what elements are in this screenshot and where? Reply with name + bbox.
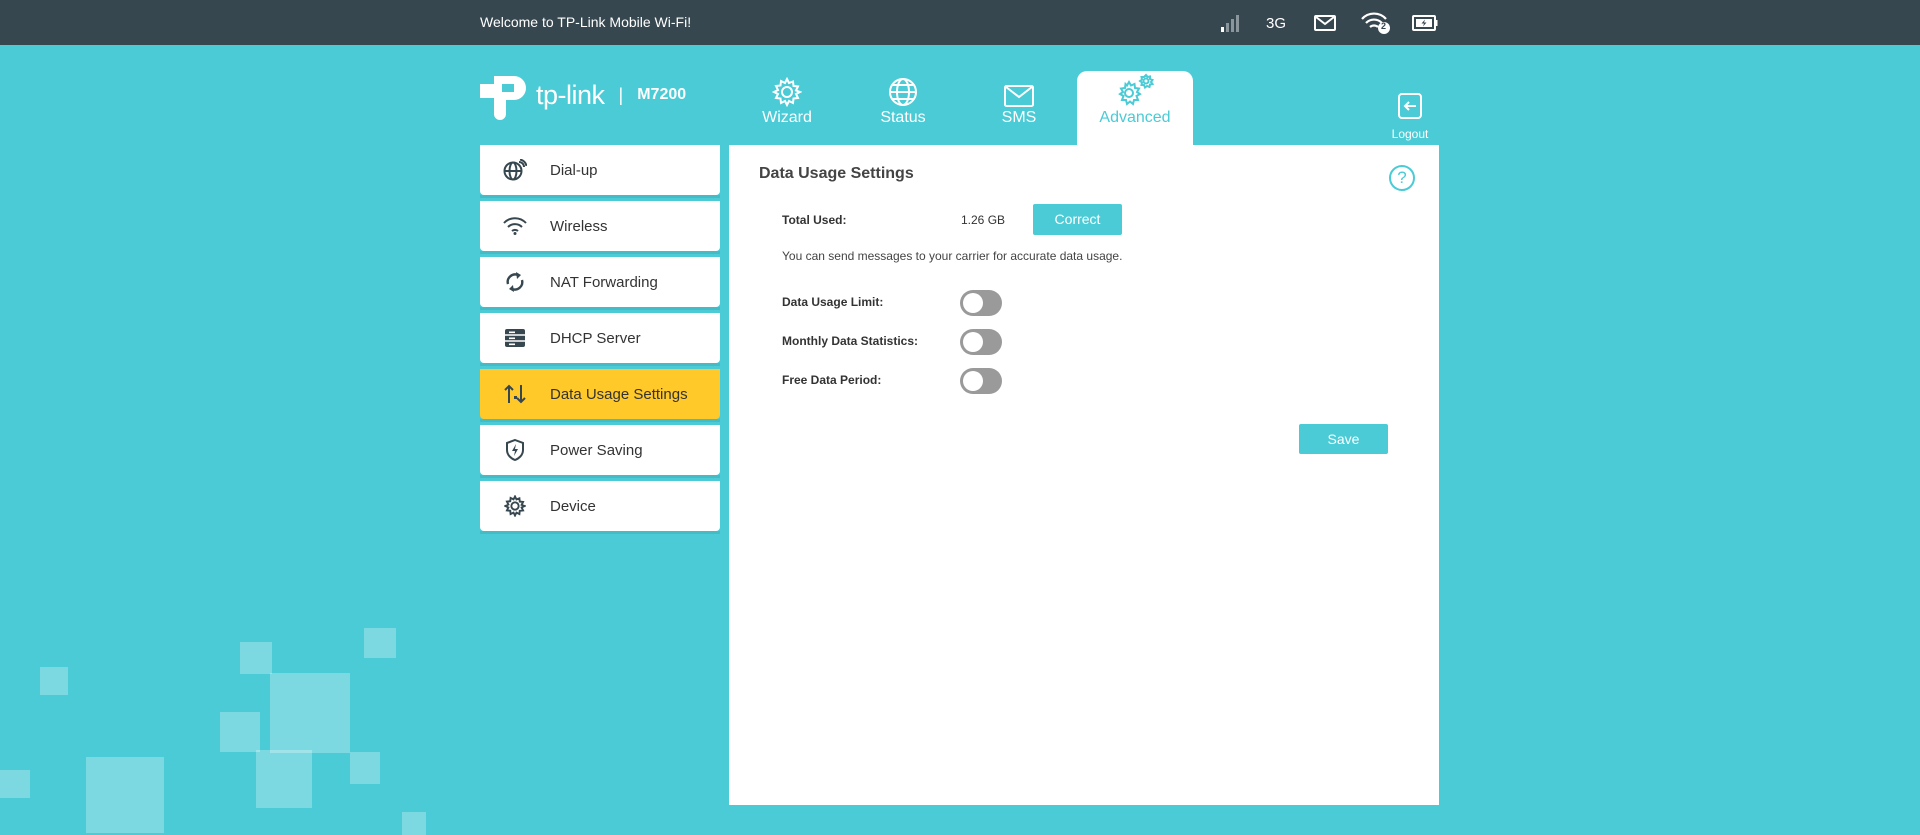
data-usage-limit-toggle[interactable] [960, 290, 1002, 316]
envelope-icon [961, 71, 1077, 107]
data-usage-limit-label: Data Usage Limit: [782, 295, 884, 309]
decorative-shape [220, 712, 260, 752]
tab-advanced[interactable]: Advanced [1077, 71, 1193, 145]
toggle-knob [963, 332, 983, 352]
total-used-label: Total Used: [782, 213, 847, 227]
gears-icon [1077, 71, 1193, 107]
monthly-data-statistics-toggle[interactable] [960, 329, 1002, 355]
save-button[interactable]: Save [1299, 424, 1388, 454]
sync-icon [480, 271, 550, 293]
server-icon [480, 328, 550, 348]
decorative-shape [40, 667, 68, 695]
globe-icon [845, 71, 961, 107]
wifi-clients-icon[interactable]: 2 [1360, 10, 1392, 36]
decorative-shape [402, 812, 426, 835]
correct-button[interactable]: Correct [1033, 204, 1122, 235]
tab-label: Wizard [762, 109, 812, 126]
updown-arrows-icon [480, 384, 550, 404]
decorative-shape [0, 770, 30, 798]
sidebar-item-label: Data Usage Settings [550, 385, 688, 403]
decorative-shape [364, 628, 396, 658]
sidebar-item-device[interactable]: Device [480, 481, 720, 534]
decorative-shape [350, 752, 380, 784]
decorative-shape [256, 750, 312, 808]
network-type: 3G [1266, 14, 1287, 32]
free-data-period-toggle[interactable] [960, 368, 1002, 394]
sidebar-item-dial-up[interactable]: Dial-up [480, 145, 720, 198]
logout-label: Logout [1391, 127, 1429, 141]
help-icon[interactable]: ? [1389, 165, 1415, 191]
tp-link-logo: tp-link | M7200 [480, 70, 686, 120]
gear-icon [729, 71, 845, 107]
sidebar-item-power-saving[interactable]: Power Saving [480, 425, 720, 478]
brand-name: tp-link [536, 79, 605, 110]
sidebar-item-data-usage-settings[interactable]: Data Usage Settings [480, 369, 720, 422]
tab-status[interactable]: Status [845, 71, 961, 145]
top-status-bar: Welcome to TP-Link Mobile Wi-Fi! 3G 2 [0, 0, 1920, 45]
decorative-shape [270, 673, 350, 753]
battery-icon [1412, 10, 1438, 36]
sidebar-item-label: Dial-up [550, 161, 598, 179]
total-used-value: 1.26 GB [961, 213, 1006, 227]
sidebar-item-label: Wireless [550, 217, 608, 235]
model-name: M7200 [637, 86, 687, 103]
decorative-shape [86, 757, 164, 833]
signal-strength-icon [1220, 10, 1240, 36]
gear-icon [480, 495, 550, 517]
tab-label: Advanced [1099, 109, 1171, 126]
toggle-knob [963, 293, 983, 313]
welcome-text: Welcome to TP-Link Mobile Wi-Fi! [480, 14, 692, 30]
decorative-shape [240, 642, 272, 674]
tab-label: Status [880, 109, 926, 126]
logo-separator: | [618, 84, 624, 105]
globe-signal-icon [480, 159, 550, 181]
content-panel: Data Usage Settings ? Total Used: 1.26 G… [729, 145, 1439, 805]
wifi-clients-count: 2 [1381, 21, 1387, 31]
hint-text: You can send messages to your carrier fo… [782, 249, 1123, 263]
shield-bolt-icon [480, 439, 550, 461]
monthly-data-statistics-label: Monthly Data Statistics: [782, 334, 919, 348]
tab-sms[interactable]: SMS [961, 71, 1077, 145]
sidebar-item-nat-forwarding[interactable]: NAT Forwarding [480, 257, 720, 310]
sidebar-item-label: DHCP Server [550, 329, 641, 347]
logout-icon [1398, 93, 1422, 119]
sidebar-item-wireless[interactable]: Wireless [480, 201, 720, 254]
toggle-knob [963, 371, 983, 391]
sidebar-item-dhcp-server[interactable]: DHCP Server [480, 313, 720, 366]
sidebar-item-label: NAT Forwarding [550, 273, 658, 291]
sidebar-item-label: Power Saving [550, 441, 643, 459]
tp-link-logo-mark [480, 76, 526, 120]
free-data-period-label: Free Data Period: [782, 373, 882, 387]
tab-wizard[interactable]: Wizard [729, 71, 845, 145]
envelope-icon[interactable] [1314, 10, 1336, 36]
wifi-icon [480, 217, 550, 235]
page-title: Data Usage Settings [759, 165, 914, 182]
tab-label: SMS [1001, 109, 1037, 126]
logout-button[interactable]: Logout [1390, 92, 1430, 141]
sidebar-item-label: Device [550, 497, 596, 515]
